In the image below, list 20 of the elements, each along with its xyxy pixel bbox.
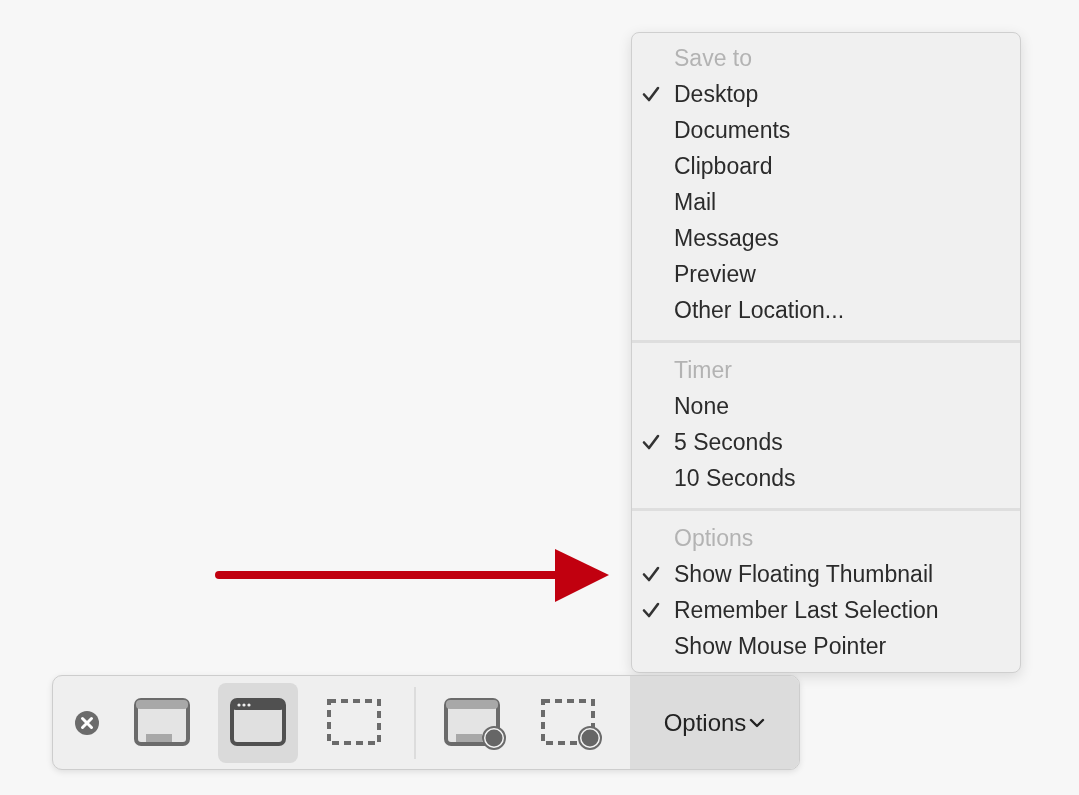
menu-section-header: Timer — [673, 356, 733, 385]
chevron-down-icon — [749, 717, 766, 728]
close-button[interactable] — [74, 709, 100, 736]
menu-section-header: Save to — [673, 44, 753, 73]
menu-item[interactable]: Preview — [632, 256, 1020, 292]
menu-item[interactable]: 5 Seconds — [632, 424, 1020, 460]
menu-item[interactable]: Show Mouse Pointer — [632, 628, 1020, 664]
options-button[interactable]: Options — [630, 676, 799, 769]
menu-item[interactable]: Remember Last Selection — [632, 592, 1020, 628]
menu-item[interactable]: Documents — [632, 112, 1020, 148]
menu-item[interactable]: Desktop — [632, 76, 1020, 112]
menu-item[interactable]: Messages — [632, 220, 1020, 256]
menu-item[interactable]: None — [632, 388, 1020, 424]
capture-window-button[interactable] — [218, 682, 298, 763]
menu-item[interactable]: Clipboard — [632, 148, 1020, 184]
menu-item[interactable]: Show Floating Thumbnail — [632, 556, 1020, 592]
menu-section-header: Options — [673, 524, 755, 553]
menu-item[interactable]: Mail — [632, 184, 1020, 220]
menu-item[interactable]: 10 Seconds — [632, 460, 1020, 496]
menu-item[interactable]: Other Location... — [632, 292, 1020, 328]
